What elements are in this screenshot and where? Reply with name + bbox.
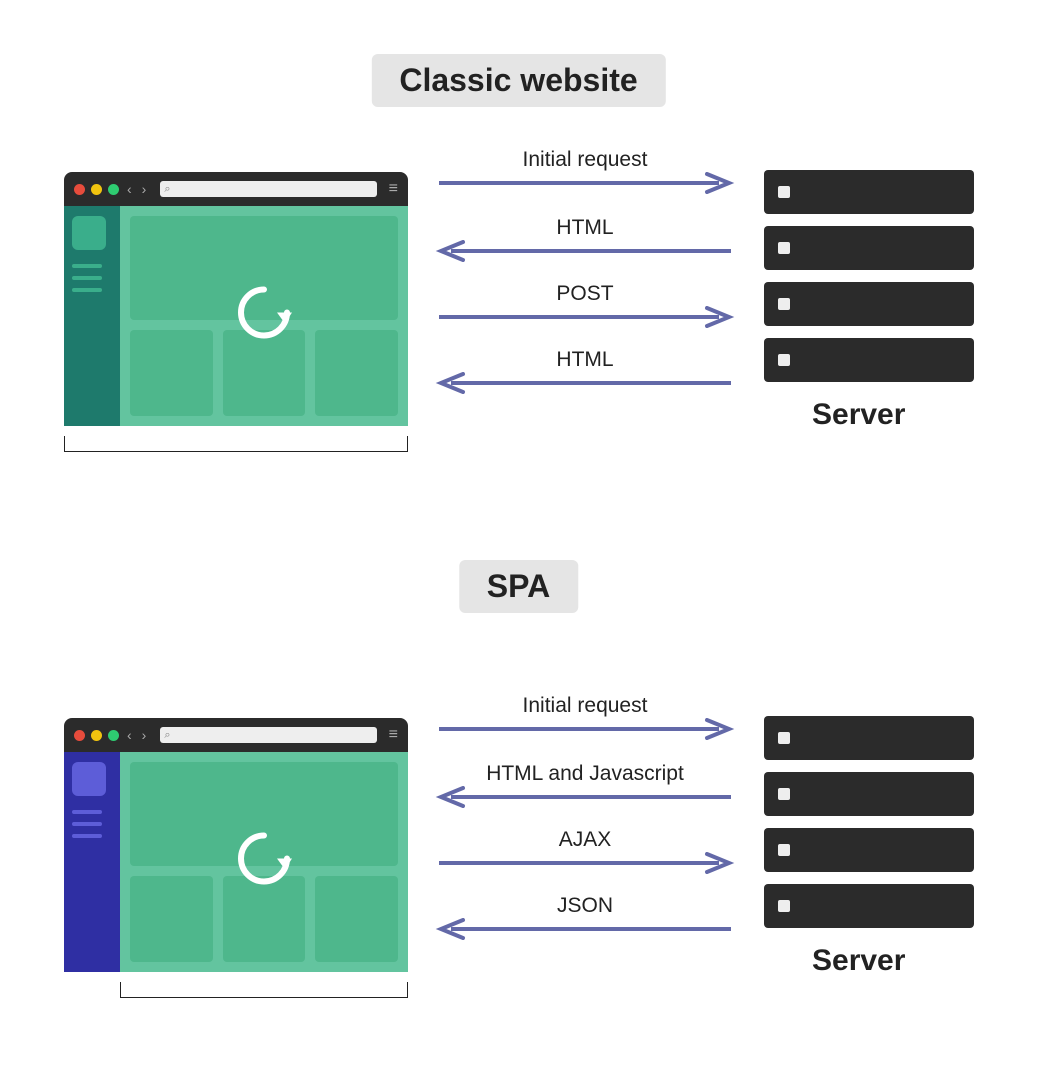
- full-reload-bracket: [64, 436, 408, 452]
- sidebar-line: [72, 276, 102, 280]
- server-rack: [764, 226, 974, 270]
- spa-title: SPA: [459, 560, 578, 613]
- browser-sidebar: [64, 206, 120, 426]
- sidebar-line: [72, 834, 102, 838]
- server-light-icon: [778, 900, 790, 912]
- partial-reload-bracket: [120, 982, 408, 998]
- arrow-label: HTML: [556, 216, 613, 240]
- server-stack-spa: [764, 716, 974, 928]
- menu-icon: ≡: [389, 726, 398, 744]
- traffic-light-red-icon: [74, 184, 85, 195]
- server-rack: [764, 282, 974, 326]
- server-light-icon: [778, 186, 790, 198]
- traffic-light-yellow-icon: [91, 730, 102, 741]
- arrow-left-icon: [435, 918, 735, 940]
- classic-title: Classic website: [371, 54, 665, 107]
- arrow-ajax-request: AJAX: [430, 828, 740, 874]
- arrow-label: Initial request: [523, 148, 648, 172]
- server-light-icon: [778, 298, 790, 310]
- arrow-initial-request: Initial request: [430, 148, 740, 194]
- arrow-label: HTML: [556, 348, 613, 372]
- arrow-html-js-response: HTML and Javascript: [430, 762, 740, 808]
- arrow-json-response: JSON: [430, 894, 740, 940]
- server-label: Server: [812, 398, 905, 432]
- address-bar: [160, 727, 376, 743]
- arrow-html-response: HTML: [430, 216, 740, 262]
- arrow-right-icon: [435, 718, 735, 740]
- browser-content: [120, 752, 408, 972]
- classic-browser: ‹ › ≡: [64, 172, 408, 426]
- server-light-icon: [778, 788, 790, 800]
- sidebar-line: [72, 822, 102, 826]
- back-icon: ‹: [127, 181, 132, 197]
- forward-icon: ›: [142, 181, 147, 197]
- server-rack: [764, 716, 974, 760]
- sidebar-line: [72, 810, 102, 814]
- reload-icon: [229, 824, 299, 894]
- arrow-left-icon: [435, 786, 735, 808]
- menu-icon: ≡: [389, 180, 398, 198]
- browser-content: [120, 206, 408, 426]
- browser-sidebar: [64, 752, 120, 972]
- traffic-light-green-icon: [108, 730, 119, 741]
- server-rack: [764, 828, 974, 872]
- content-panel: [315, 876, 398, 962]
- server-label: Server: [812, 944, 905, 978]
- arrow-label: Initial request: [523, 694, 648, 718]
- arrow-post-request: POST: [430, 282, 740, 328]
- traffic-light-green-icon: [108, 184, 119, 195]
- server-rack: [764, 772, 974, 816]
- server-rack: [764, 338, 974, 382]
- arrow-right-icon: [435, 852, 735, 874]
- sidebar-square: [72, 216, 106, 250]
- server-light-icon: [778, 242, 790, 254]
- content-panel: [130, 876, 213, 962]
- server-light-icon: [778, 354, 790, 366]
- arrow-label: JSON: [557, 894, 613, 918]
- sidebar-line: [72, 288, 102, 292]
- reload-icon: [229, 278, 299, 348]
- arrow-label: HTML and Javascript: [486, 762, 684, 786]
- sidebar-square: [72, 762, 106, 796]
- traffic-light-red-icon: [74, 730, 85, 741]
- browser-chrome: ‹ › ≡: [64, 718, 408, 752]
- server-rack: [764, 170, 974, 214]
- server-rack: [764, 884, 974, 928]
- arrow-right-icon: [435, 172, 735, 194]
- sidebar-line: [72, 264, 102, 268]
- server-light-icon: [778, 844, 790, 856]
- arrow-html-response-2: HTML: [430, 348, 740, 394]
- browser-body: [64, 206, 408, 426]
- server-stack-classic: [764, 170, 974, 382]
- spa-browser: ‹ › ≡: [64, 718, 408, 972]
- arrow-initial-request-spa: Initial request: [430, 694, 740, 740]
- arrow-left-icon: [435, 240, 735, 262]
- browser-body: [64, 752, 408, 972]
- back-icon: ‹: [127, 727, 132, 743]
- content-panel: [130, 330, 213, 416]
- content-panel: [315, 330, 398, 416]
- arrow-right-icon: [435, 306, 735, 328]
- traffic-light-yellow-icon: [91, 184, 102, 195]
- forward-icon: ›: [142, 727, 147, 743]
- arrow-label: AJAX: [559, 828, 612, 852]
- address-bar: [160, 181, 376, 197]
- arrow-label: POST: [556, 282, 613, 306]
- arrow-left-icon: [435, 372, 735, 394]
- server-light-icon: [778, 732, 790, 744]
- browser-chrome: ‹ › ≡: [64, 172, 408, 206]
